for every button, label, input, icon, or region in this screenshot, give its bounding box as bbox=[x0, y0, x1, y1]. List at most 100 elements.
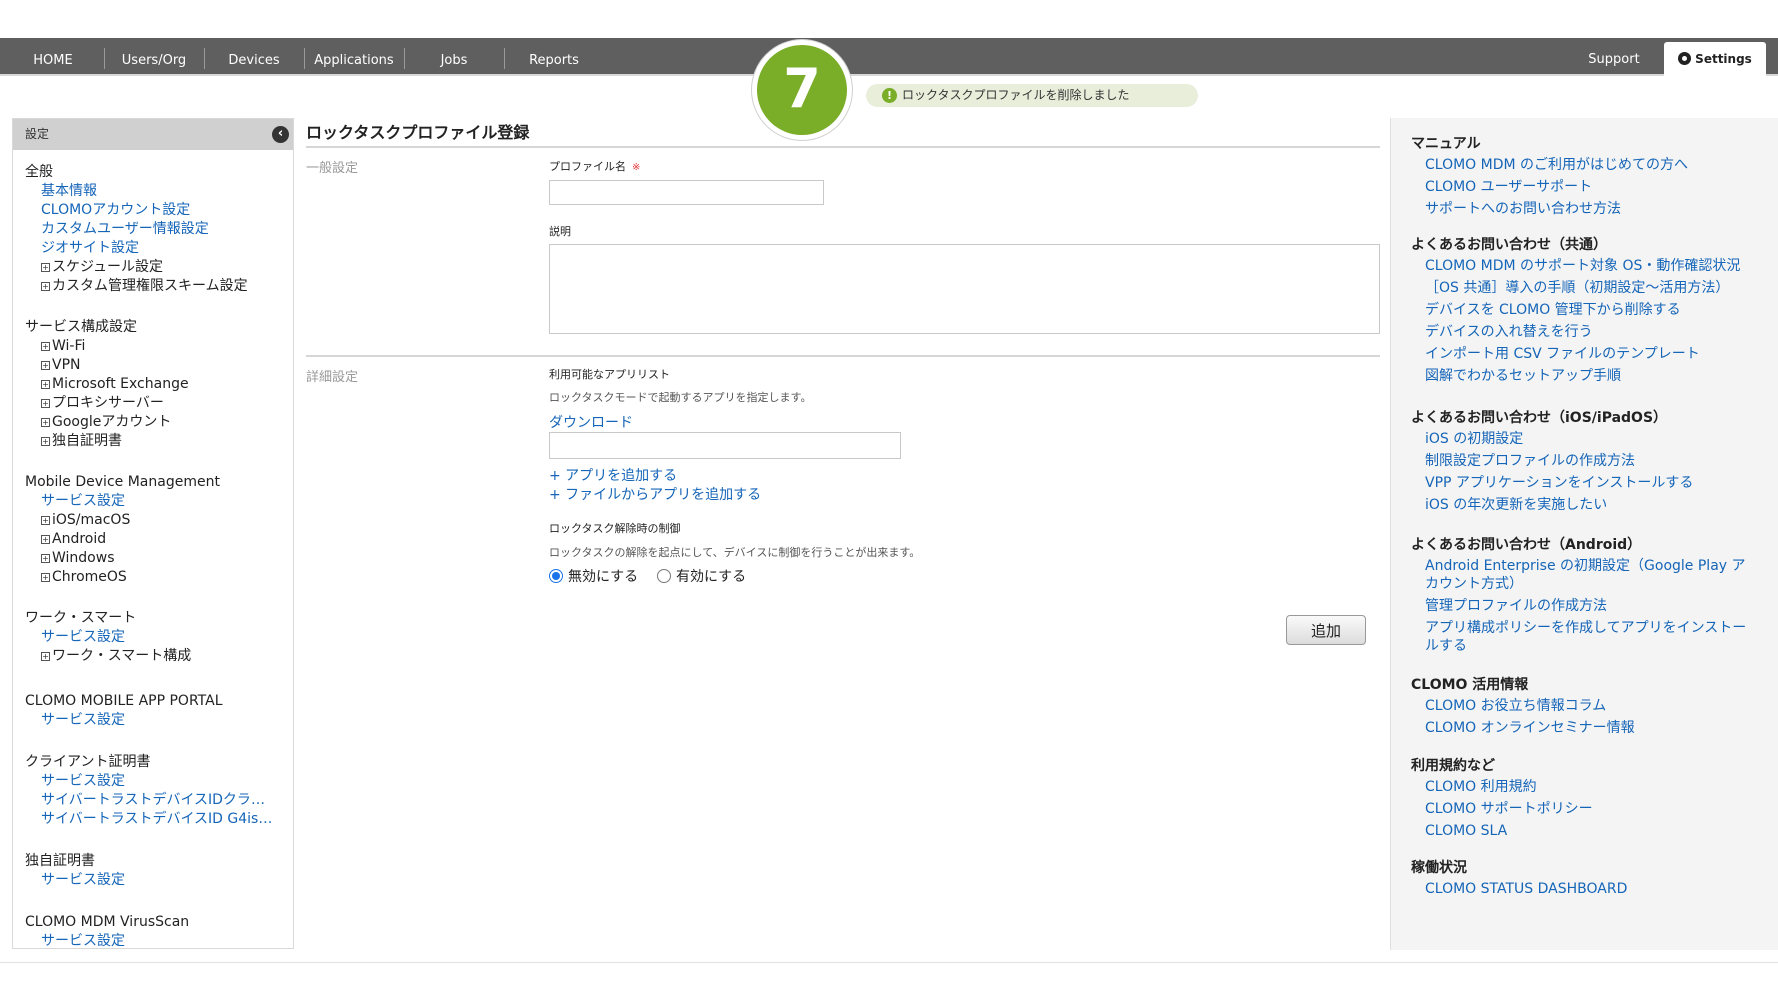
help-link[interactable]: CLOMO お役立ち情報コラム bbox=[1411, 697, 1751, 715]
expand-plus-icon[interactable]: + bbox=[41, 554, 50, 563]
sidebar-section-mdm: Mobile Device Management サービス設定 + iOS/mac… bbox=[25, 473, 275, 587]
help-group-title: マニュアル bbox=[1411, 136, 1481, 152]
sidebar-link[interactable]: サービス設定 bbox=[25, 772, 275, 791]
sidebar-link[interactable]: サービス設定 bbox=[25, 932, 275, 948]
sidebar-link[interactable]: サービス設定 bbox=[25, 492, 275, 511]
profile-name-label: プロファイル名 ※ bbox=[549, 158, 640, 174]
required-mark: ※ bbox=[632, 162, 641, 173]
sidebar-link[interactable]: カスタムユーザー情報設定 bbox=[25, 220, 275, 239]
help-link[interactable]: デバイスの入れ替えを行う bbox=[1411, 323, 1751, 341]
nav-settings-label: Settings bbox=[1695, 52, 1752, 66]
sidebar-expandable[interactable]: + スケジュール設定 bbox=[25, 258, 275, 277]
expand-plus-icon[interactable]: + bbox=[41, 380, 50, 389]
help-link[interactable]: インポート用 CSV ファイルのテンプレート bbox=[1411, 345, 1751, 363]
radio-disable[interactable]: 無効にする bbox=[549, 568, 638, 586]
radio-unselected-icon[interactable] bbox=[657, 569, 671, 583]
nav-reports[interactable]: Reports bbox=[510, 38, 598, 74]
radio-selected-icon[interactable] bbox=[549, 569, 563, 583]
nav-users-org[interactable]: Users/Org bbox=[110, 38, 198, 74]
nav-settings[interactable]: Settings bbox=[1664, 42, 1766, 76]
nav-divider bbox=[204, 48, 205, 69]
sidebar-expandable[interactable]: + カスタム管理権限スキーム設定 bbox=[25, 277, 275, 296]
expand-plus-icon[interactable]: + bbox=[41, 282, 50, 291]
help-link[interactable]: CLOMO STATUS DASHBOARD bbox=[1411, 880, 1751, 898]
sidebar-expandable[interactable]: + 独自証明書 bbox=[25, 432, 189, 451]
nav-devices[interactable]: Devices bbox=[210, 38, 298, 74]
sidebar-expandable[interactable]: + ワーク・スマート構成 bbox=[25, 647, 275, 666]
sidebar-link[interactable]: サービス設定 bbox=[25, 628, 275, 647]
radio-enable[interactable]: 有効にする bbox=[657, 568, 746, 586]
expand-plus-icon[interactable]: + bbox=[41, 573, 50, 582]
help-link[interactable]: iOS の初期設定 bbox=[1411, 430, 1751, 448]
help-link[interactable]: CLOMO 利用規約 bbox=[1411, 778, 1751, 796]
nav-home[interactable]: HOME bbox=[18, 38, 88, 74]
section-label-detail: 詳細設定 bbox=[306, 370, 359, 385]
help-link[interactable]: サポートへのお問い合わせ方法 bbox=[1411, 200, 1751, 218]
help-link[interactable]: デバイスを CLOMO 管理下から削除する bbox=[1411, 301, 1751, 319]
help-link[interactable]: iOS の年次更新を実施したい bbox=[1411, 496, 1751, 514]
sidebar-expandable-label: プロキシサーバー bbox=[52, 395, 164, 411]
sidebar-link[interactable]: 基本情報 bbox=[25, 182, 275, 201]
sidebar-expandable[interactable]: + VPN bbox=[25, 356, 189, 375]
download-link[interactable]: ダウンロード bbox=[549, 412, 633, 432]
sidebar-expandable[interactable]: + Wi-Fi bbox=[25, 337, 189, 356]
sidebar-link[interactable]: サイバートラストデバイスID G4isサービス bbox=[25, 810, 275, 829]
help-group-manual: マニュアル CLOMO MDM のご利用がはじめての方へ CLOMO ユーザーサ… bbox=[1411, 134, 1761, 222]
sidebar-expandable-label: VPN bbox=[52, 357, 81, 373]
help-link[interactable]: CLOMO SLA bbox=[1411, 822, 1751, 840]
sidebar-expandable[interactable]: + Googleアカウント bbox=[25, 413, 189, 432]
add-app-from-file-link[interactable]: + ファイルからアプリを追加する bbox=[549, 484, 761, 504]
expand-plus-icon[interactable]: + bbox=[41, 652, 50, 661]
help-group-title: 稼働状況 bbox=[1411, 860, 1467, 876]
expand-plus-icon[interactable]: + bbox=[41, 418, 50, 427]
help-panel: マニュアル CLOMO MDM のご利用がはじめての方へ CLOMO ユーザーサ… bbox=[1390, 118, 1778, 950]
expand-plus-icon[interactable]: + bbox=[41, 361, 50, 370]
expand-plus-icon[interactable]: + bbox=[41, 399, 50, 408]
nav-jobs[interactable]: Jobs bbox=[410, 38, 498, 74]
expand-plus-icon[interactable]: + bbox=[41, 516, 50, 525]
description-textarea[interactable] bbox=[549, 244, 1380, 334]
help-link[interactable]: 制限設定プロファイルの作成方法 bbox=[1411, 452, 1751, 470]
sidebar-expandable[interactable]: + プロキシサーバー bbox=[25, 394, 189, 413]
profile-name-input[interactable] bbox=[549, 180, 824, 205]
sidebar-link[interactable]: サービス設定 bbox=[25, 871, 275, 890]
sidebar-link[interactable]: サービス設定 bbox=[25, 711, 275, 730]
top-nav: HOME Users/Org Devices Applications Jobs… bbox=[0, 38, 1778, 76]
expand-plus-icon[interactable]: + bbox=[41, 342, 50, 351]
help-link[interactable]: 図解でわかるセットアップ手順 bbox=[1411, 367, 1751, 385]
sidebar-expandable[interactable]: + Android bbox=[25, 530, 275, 549]
help-link[interactable]: VPP アプリケーションをインストールする bbox=[1411, 474, 1751, 492]
help-link[interactable]: Android Enterprise の初期設定（Google Play アカウ… bbox=[1411, 557, 1751, 593]
expand-plus-icon[interactable]: + bbox=[41, 535, 50, 544]
help-link[interactable]: CLOMO サポートポリシー bbox=[1411, 800, 1751, 818]
help-link[interactable]: CLOMO MDM のサポート対象 OS・動作確認状況 bbox=[1411, 257, 1751, 275]
help-link[interactable]: ［OS 共通］導入の手順（初期設定～活用方法） bbox=[1411, 279, 1751, 297]
app-input[interactable] bbox=[549, 432, 901, 459]
expand-plus-icon[interactable]: + bbox=[41, 263, 50, 272]
sidebar-section-title: CLOMO MOBILE APP PORTAL bbox=[25, 693, 223, 709]
sidebar-expandable[interactable]: + ChromeOS bbox=[25, 568, 275, 587]
help-link[interactable]: 管理プロファイルの作成方法 bbox=[1411, 597, 1751, 615]
expand-plus-icon[interactable]: + bbox=[41, 437, 50, 446]
help-link[interactable]: CLOMO オンラインセミナー情報 bbox=[1411, 719, 1751, 737]
nav-support[interactable]: Support bbox=[1574, 38, 1654, 74]
add-app-link[interactable]: + アプリを追加する bbox=[549, 465, 677, 485]
nav-applications[interactable]: Applications bbox=[310, 38, 398, 74]
help-link[interactable]: CLOMO MDM のご利用がはじめての方へ bbox=[1411, 156, 1751, 174]
sidebar-expandable-label: Windows bbox=[52, 550, 115, 566]
add-button[interactable]: 追加 bbox=[1286, 615, 1366, 645]
sidebar-expandable[interactable]: + iOS/macOS bbox=[25, 511, 275, 530]
sidebar-link[interactable]: CLOMOアカウント設定 bbox=[25, 201, 275, 220]
sidebar-expandable[interactable]: + Microsoft Exchange bbox=[25, 375, 189, 394]
help-link[interactable]: CLOMO ユーザーサポート bbox=[1411, 178, 1751, 196]
collapse-icon[interactable]: ‹ bbox=[272, 126, 289, 143]
sidebar-link[interactable]: ジオサイト設定 bbox=[25, 239, 275, 258]
sidebar-link[interactable]: サイバートラストデバイスIDクライアント証明書 bbox=[25, 791, 275, 810]
help-group-title: よくあるお問い合わせ（Android） bbox=[1411, 537, 1642, 553]
sidebar-expandable[interactable]: + Windows bbox=[25, 549, 275, 568]
app-list-label: 利用可能なアプリリスト bbox=[549, 368, 670, 381]
help-link[interactable]: アプリ構成ポリシーを作成してアプリをインストールする bbox=[1411, 619, 1751, 655]
sidebar-section-client-cert: クライアント証明書 サービス設定 サイバートラストデバイスIDクライアント証明書… bbox=[25, 753, 275, 829]
sidebar-expandable-label: カスタム管理権限スキーム設定 bbox=[52, 278, 248, 294]
page-title: ロックタスクプロファイル登録 bbox=[306, 123, 530, 142]
